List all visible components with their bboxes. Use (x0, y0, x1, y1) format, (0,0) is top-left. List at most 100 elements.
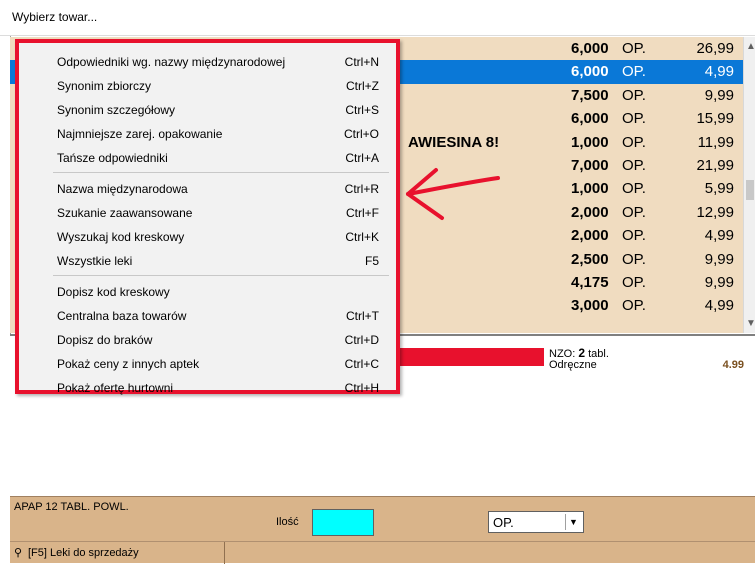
nzo-value: 2 (578, 346, 586, 360)
row-unit: OP. (622, 203, 646, 221)
status-bar: ⚲ [F5] Leki do sprzedaży (10, 541, 755, 564)
menu-item-label: Wszystkie leki (57, 254, 133, 268)
quantity-input[interactable] (312, 509, 374, 536)
title-bar: Wybierz towar... (0, 0, 755, 36)
row-price: 9,99 (704, 274, 734, 291)
menu-item-shortcut: Ctrl+R (344, 182, 379, 196)
row-qty: 4,175 (571, 274, 609, 291)
unit-select-value: OP. (493, 515, 514, 530)
menu-item-shortcut: F5 (364, 254, 379, 268)
unit-select[interactable]: OP. ▼ (488, 511, 584, 533)
row-qty: 6,000 (571, 110, 609, 128)
context-menu[interactable]: Odpowiedniki wg. nazwy międzynarodowej C… (15, 39, 400, 395)
menu-item-shortcut: Ctrl+A (345, 151, 379, 165)
row-unit: OP. (622, 157, 646, 174)
scroll-down-icon[interactable]: ▼ (746, 318, 755, 329)
bottom-panel: APAP 12 TABL. POWL. Ilość OP. ▼ (10, 496, 755, 541)
window-title: Wybierz towar... (12, 10, 98, 24)
menu-item-label: Najmniejsze zarej. opakowanie (57, 127, 223, 141)
menu-item-label: Tańsze odpowiedniki (57, 151, 168, 165)
scroll-up-icon[interactable]: ▲ (746, 41, 755, 52)
row-unit: OP. (622, 133, 646, 151)
menu-item-label: Synonim zbiorczy (57, 79, 152, 93)
status-bar-indicator (398, 348, 544, 366)
row-price: 15,99 (696, 110, 734, 128)
menu-item-shortcut: Ctrl+Z (346, 79, 379, 93)
menu-item-label: Centralna baza towarów (57, 309, 187, 323)
row-price: 12,99 (696, 203, 734, 221)
menu-item-pokaz-oferte[interactable]: Pokaż ofertę hurtowni Ctrl+H (19, 376, 396, 395)
row-unit: OP. (622, 86, 646, 104)
row-price: 9,99 (704, 250, 734, 268)
menu-item-wszystkie-leki[interactable]: Wszystkie leki F5 (19, 249, 396, 273)
grid-scrollbar[interactable]: ▲ ▼ (743, 37, 755, 333)
menu-item-label: Synonim szczegółowy (57, 103, 176, 117)
menu-item-shortcut: Ctrl+S (345, 103, 379, 117)
menu-item-wyszukaj-kod[interactable]: Wyszukaj kod kreskowy Ctrl+K (19, 225, 396, 249)
menu-item-nazwa-miedzynarodowa[interactable]: Nazwa międzynarodowa Ctrl+R (19, 177, 396, 201)
search-icon: ⚲ (14, 547, 23, 559)
row-unit: OP. (622, 180, 646, 198)
menu-item-label: Odpowiedniki wg. nazwy międzynarodowej (57, 55, 286, 69)
menu-item-label: Nazwa międzynarodowa (57, 182, 188, 196)
menu-item-label: Szukanie zaawansowane (57, 206, 193, 220)
menu-item-shortcut: Ctrl+T (346, 309, 379, 323)
row-name: AWIESINA 8! (408, 133, 500, 151)
row-price: 26,99 (696, 40, 734, 57)
row-qty: 7,500 (571, 86, 609, 104)
menu-item-najmniejsze-opakowanie[interactable]: Najmniejsze zarej. opakowanie Ctrl+O (19, 122, 396, 146)
menu-item-synonim-zbiorczy[interactable]: Synonim zbiorczy Ctrl+Z (19, 74, 396, 98)
selected-product-name: APAP 12 TABL. POWL. (14, 501, 129, 513)
odreczne-label: Odręczne (549, 359, 597, 371)
menu-separator (53, 275, 389, 276)
row-price: 4,99 (704, 63, 734, 81)
menu-item-shortcut: Ctrl+F (346, 206, 379, 220)
menu-item-label: Wyszukaj kod kreskowy (57, 230, 185, 244)
row-unit: OP. (622, 40, 646, 57)
row-price: 5,99 (704, 180, 734, 198)
row-qty: 3,000 (571, 297, 609, 315)
row-qty: 7,000 (571, 157, 609, 174)
row-qty: 2,000 (571, 203, 609, 221)
row-qty: 1,000 (571, 180, 609, 198)
row-qty: 1,000 (571, 133, 609, 151)
row-unit: OP. (622, 63, 646, 81)
menu-item-shortcut: Ctrl+K (345, 230, 379, 244)
chevron-down-icon[interactable]: ▼ (565, 514, 581, 530)
annotation-arrow-icon (406, 168, 500, 220)
row-qty: 6,000 (571, 40, 609, 57)
row-unit: OP. (622, 297, 646, 315)
menu-item-tansze-odpowiedniki[interactable]: Tańsze odpowiedniki Ctrl+A (19, 146, 396, 170)
row-unit: OP. (622, 274, 646, 291)
row-unit: OP. (622, 250, 646, 268)
menu-item-dopisz-kod[interactable]: Dopisz kod kreskowy (19, 280, 396, 304)
row-price: 4,99 (704, 297, 734, 315)
row-qty: 2,000 (571, 227, 609, 245)
menu-item-label: Pokaż ceny z innych aptek (57, 357, 200, 371)
menu-item-szukanie-zaawansowane[interactable]: Szukanie zaawansowane Ctrl+F (19, 201, 396, 225)
menu-item-label: Dopisz kod kreskowy (57, 285, 170, 299)
menu-item-shortcut: Ctrl+O (343, 127, 379, 141)
menu-item-pokaz-ceny[interactable]: Pokaż ceny z innych aptek Ctrl+C (19, 352, 396, 376)
menu-item-odpowiedniki[interactable]: Odpowiedniki wg. nazwy międzynarodowej C… (19, 50, 396, 74)
menu-item-label: Dopisz do braków (57, 333, 153, 347)
menu-item-shortcut: Ctrl+H (344, 381, 379, 395)
menu-item-label: Pokaż ofertę hurtowni (57, 381, 174, 395)
menu-item-dopisz-do-brakow[interactable]: Dopisz do braków Ctrl+D (19, 328, 396, 352)
row-price: 4,99 (704, 227, 734, 245)
row-price: 11,99 (697, 133, 734, 151)
row-unit: OP. (622, 110, 646, 128)
details-price: 4.99 (722, 359, 744, 371)
menu-item-shortcut: Ctrl+N (344, 55, 379, 69)
row-price: 9,99 (704, 86, 734, 104)
menu-item-centralna-baza[interactable]: Centralna baza towarów Ctrl+T (19, 304, 396, 328)
menu-separator (53, 172, 389, 173)
quantity-label: Ilość (276, 516, 299, 528)
menu-item-shortcut: Ctrl+D (344, 333, 379, 347)
row-qty: 6,000 (571, 63, 609, 81)
menu-item-shortcut: Ctrl+C (344, 357, 379, 371)
scroll-thumb[interactable] (746, 180, 754, 200)
menu-item-synonim-szczegolowy[interactable]: Synonim szczegółowy Ctrl+S (19, 98, 396, 122)
row-unit: OP. (622, 227, 646, 245)
nzo-info: NZO: 2 tabl. (549, 346, 609, 360)
